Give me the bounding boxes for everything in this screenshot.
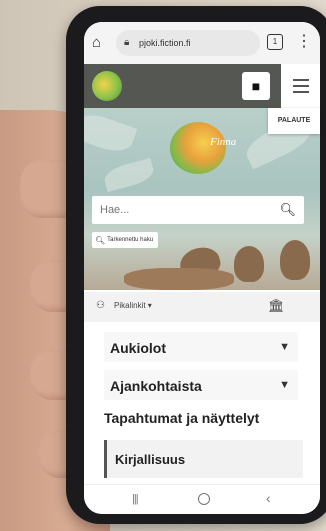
quick-links-row: ⚇ Pikalinkit ▾ 🏛︎ [84,292,320,322]
back-icon[interactable]: ‹ [266,490,271,506]
phone-screen: ⌂ 🔒︎ pjoki.fiction.fi 1 ⋮ ■ Finna 🔍︎ [84,22,320,514]
tabs-icon[interactable]: 1 [267,34,283,50]
hamburger-menu-button[interactable] [281,64,320,108]
site-logo[interactable] [92,71,122,101]
section-title: Tapahtumat ja näyttelyt [104,410,260,426]
chevron-down-icon: ▼ [279,379,290,391]
home-icon[interactable]: ⌂ [92,34,110,52]
otter-image [280,240,310,280]
otter-image [234,246,264,282]
advanced-search-label: Tarkennettu haku [107,237,154,243]
accordion-ajankohtaista[interactable]: Ajankohtaista ▼ [104,370,298,400]
hamburger-line [292,79,309,81]
lock-icon: 🔒︎ [124,37,130,48]
building-icon[interactable]: 🏛︎ [268,298,285,314]
quick-links-icon: ⚇ [96,300,105,311]
event-item-label: Kirjallisuus [115,452,186,467]
accordion-label: Aukiolot [110,340,166,356]
nav-home-icon[interactable] [198,493,210,505]
site-header: ■ [84,64,320,108]
chevron-down-icon: ▼ [279,341,290,353]
menu-dots-icon[interactable]: ⋮ [296,32,312,52]
accordion-label: Ajankohtaista [110,378,202,394]
search-input[interactable] [98,203,282,217]
quick-links-toggle[interactable]: Pikalinkit ▾ [114,301,152,310]
otter-image [124,268,234,290]
browser-bar: ⌂ 🔒︎ pjoki.fiction.fi 1 ⋮ [84,22,320,64]
accordion-aukiolot[interactable]: Aukiolot ▼ [104,332,298,362]
hamburger-line [292,85,309,87]
address-bar[interactable]: 🔒︎ pjoki.fiction.fi [116,30,260,56]
advanced-search-icon: 🔍︎ [95,235,106,245]
recent-apps-icon[interactable]: ||| [132,493,139,505]
hero-logo-text: Finna [210,136,237,148]
hamburger-line [292,91,309,93]
leaf-decoration [84,108,138,158]
search-box[interactable]: 🔍︎ [92,196,304,224]
advanced-search-button[interactable]: 🔍︎ Tarkennettu haku [92,232,158,248]
search-icon[interactable]: 🔍︎ [279,201,296,219]
hero-logo [170,122,226,174]
android-nav-bar: ||| ‹ [84,484,320,514]
event-item-kirjallisuus[interactable]: Kirjallisuus [104,440,303,478]
hero-banner: Finna 🔍︎ 🔍︎ Tarkennettu haku [84,108,320,290]
user-icon: ■ [251,78,261,94]
leaf-decoration [102,157,156,193]
user-button[interactable]: ■ [242,72,270,100]
feedback-button[interactable]: PALAUTE [268,108,320,134]
url-text: pjoki.fiction.fi [139,38,191,48]
